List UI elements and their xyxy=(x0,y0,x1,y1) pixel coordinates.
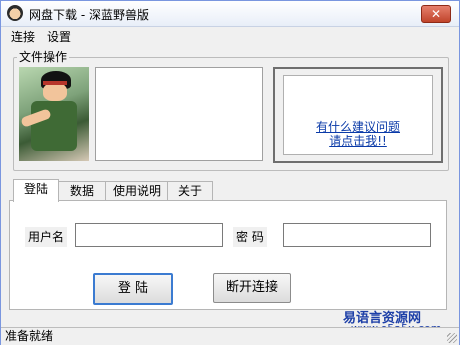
tab-data[interactable]: 数据 xyxy=(57,181,107,201)
menu-item-connect[interactable]: 连接 xyxy=(11,28,35,45)
tab-strip: 登陆 数据 使用说明 关于 xyxy=(9,179,449,202)
character-avatar-image xyxy=(19,67,89,161)
disconnect-button[interactable]: 断开连接 xyxy=(213,273,291,303)
password-label: 密 码 xyxy=(233,227,267,247)
file-operations-label: 文件操作 xyxy=(17,48,70,65)
tab-instructions[interactable]: 使用说明 xyxy=(105,181,169,201)
tab-login[interactable]: 登陆 xyxy=(13,179,59,202)
close-button[interactable]: ✕ xyxy=(421,5,451,23)
suggestion-link[interactable]: 有什么建议问题 请点击我!! xyxy=(284,120,432,148)
username-input[interactable] xyxy=(75,223,223,247)
menu-item-settings[interactable]: 设置 xyxy=(47,28,71,45)
resize-grip[interactable] xyxy=(447,333,457,343)
password-input[interactable] xyxy=(283,223,431,247)
status-text: 准备就绪 xyxy=(5,329,54,343)
app-window: 网盘下载 - 深蓝野兽版 ✕ 连接 设置 文件操作 有什么建议问题 请点击我!!… xyxy=(0,0,460,345)
file-list-box[interactable] xyxy=(95,67,263,161)
login-button[interactable]: 登 陆 xyxy=(93,273,173,305)
close-icon: ✕ xyxy=(430,7,442,21)
suggestion-inner: 有什么建议问题 请点击我!! xyxy=(283,75,433,155)
suggestion-panel: 有什么建议问题 请点击我!! xyxy=(273,67,443,163)
menu-bar: 连接 设置 xyxy=(1,27,459,45)
suggestion-line1[interactable]: 有什么建议问题 xyxy=(284,120,432,134)
status-bar: 准备就绪 xyxy=(1,327,459,345)
title-bar[interactable]: 网盘下载 - 深蓝野兽版 ✕ xyxy=(1,1,459,27)
suggestion-line2[interactable]: 请点击我!! xyxy=(284,134,432,148)
username-label: 用户名 xyxy=(25,227,68,247)
app-icon xyxy=(7,5,23,21)
window-title: 网盘下载 - 深蓝野兽版 xyxy=(29,8,149,22)
tab-about[interactable]: 关于 xyxy=(167,181,213,201)
